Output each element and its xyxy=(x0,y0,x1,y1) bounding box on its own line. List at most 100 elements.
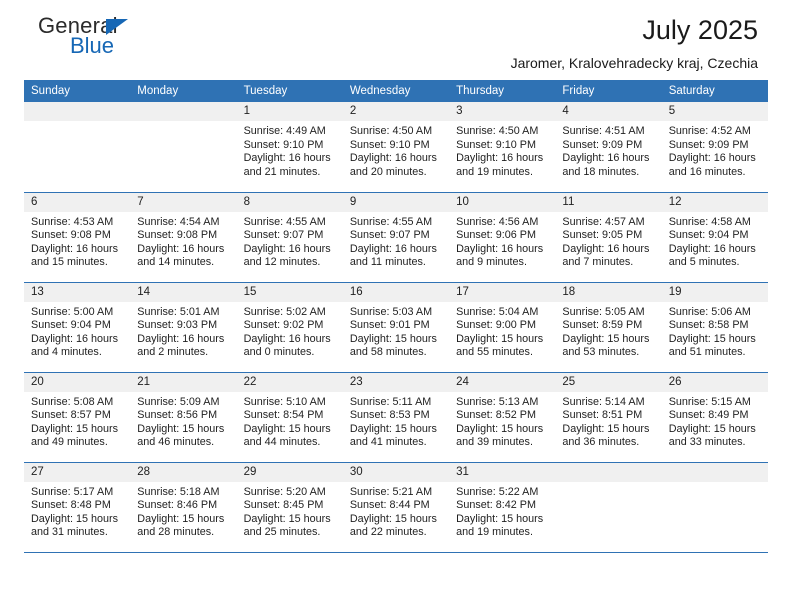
sunset-text: Sunset: 9:10 PM xyxy=(349,138,430,151)
calendar-day-cell[interactable]: 5 Sunrise: 4:52 AM Sunset: 9:09 PM Daylight… xyxy=(661,102,768,193)
daylight-text-line2: and 49 minutes. xyxy=(31,436,108,449)
sunrise-text: Sunrise: 4:58 AM xyxy=(668,215,751,228)
day-number: 17 xyxy=(449,282,556,302)
page-title: July 2025 xyxy=(642,15,758,45)
day-number: 7 xyxy=(130,192,237,212)
daylight-text-line1: Daylight: 15 hours xyxy=(562,422,650,435)
calendar-day-cell[interactable]: 22 Sunrise: 5:10 AM Sunset: 8:54 PM Dayligh… xyxy=(236,372,343,463)
calendar-day-cell[interactable]: 19 Sunrise: 5:06 AM Sunset: 8:58 PM Dayligh… xyxy=(661,282,768,373)
daylight-text-line2: and 44 minutes. xyxy=(243,436,321,449)
calendar-day-cell[interactable]: 11 Sunrise: 4:57 AM Sunset: 9:05 PM Dayligh… xyxy=(555,192,662,283)
calendar-day-cell[interactable]: 24 Sunrise: 5:13 AM Sunset: 8:52 PM Dayligh… xyxy=(449,372,556,463)
calendar-day-cell[interactable]: 23 Sunrise: 5:11 AM Sunset: 8:53 PM Dayligh… xyxy=(342,372,450,463)
sunrise-text: Sunrise: 5:11 AM xyxy=(349,395,432,408)
triangle-icon xyxy=(106,19,128,35)
day-number: 10 xyxy=(449,192,556,212)
calendar-day-cell[interactable]: 29 Sunrise: 5:20 AM Sunset: 8:45 PM Dayligh… xyxy=(236,462,343,553)
calendar-day-cell[interactable]: 18 Sunrise: 5:05 AM Sunset: 8:59 PM Dayligh… xyxy=(555,282,662,373)
daylight-text-line2: and 5 minutes. xyxy=(668,256,740,269)
sunset-text: Sunset: 9:08 PM xyxy=(137,229,218,242)
day-info: Sunrise: 4:55 AM Sunset: 9:07 PM Daylight:… xyxy=(343,212,449,270)
calendar-day-cell[interactable]: 30 Sunrise: 5:21 AM Sunset: 8:44 PM Dayligh… xyxy=(342,462,450,553)
sunrise-text: Sunrise: 5:00 AM xyxy=(31,305,114,318)
sunset-text: Sunset: 9:01 PM xyxy=(349,319,430,332)
calendar-day-cell[interactable]: 2 Sunrise: 4:50 AM Sunset: 9:10 PM Daylight… xyxy=(342,102,450,193)
calendar-day-cell[interactable]: 21 Sunrise: 5:09 AM Sunset: 8:56 PM Dayligh… xyxy=(130,372,237,463)
day-number: 8 xyxy=(236,192,343,212)
sunrise-text: Sunrise: 5:21 AM xyxy=(349,485,433,498)
daylight-text-line2: and 21 minutes. xyxy=(243,165,321,178)
calendar-day-cell[interactable]: 25 Sunrise: 5:14 AM Sunset: 8:51 PM Dayligh… xyxy=(555,372,662,463)
day-info: Sunrise: 5:09 AM Sunset: 8:56 PM Daylight:… xyxy=(130,392,236,450)
day-number: 29 xyxy=(236,462,343,482)
day-info: Sunrise: 5:04 AM Sunset: 9:00 PM Daylight:… xyxy=(449,302,555,360)
sunrise-text: Sunrise: 4:53 AM xyxy=(31,215,114,228)
sunset-text: Sunset: 9:05 PM xyxy=(562,229,643,242)
daylight-text-line2: and 9 minutes. xyxy=(456,256,527,269)
weekday-header-thursday: Thursday xyxy=(449,80,556,102)
day-info: Sunrise: 5:13 AM Sunset: 8:52 PM Daylight:… xyxy=(449,392,555,450)
sunset-text: Sunset: 8:42 PM xyxy=(456,499,536,512)
daylight-text-line1: Daylight: 15 hours xyxy=(137,512,225,525)
calendar-day-cell[interactable]: 14 Sunrise: 5:01 AM Sunset: 9:03 PM Dayligh… xyxy=(130,282,237,373)
day-number: 21 xyxy=(130,372,237,392)
sunrise-text: Sunrise: 4:55 AM xyxy=(349,215,433,228)
calendar-day-cell[interactable]: 13 Sunrise: 5:00 AM Sunset: 9:04 PM Dayligh… xyxy=(24,282,131,373)
sunset-text: Sunset: 8:44 PM xyxy=(349,499,430,512)
daylight-text-line2: and 31 minutes. xyxy=(31,526,108,539)
day-info: Sunrise: 4:50 AM Sunset: 9:10 PM Daylight:… xyxy=(343,121,449,179)
daylight-text-line1: Daylight: 16 hours xyxy=(562,242,650,255)
sunrise-text: Sunrise: 5:08 AM xyxy=(31,395,114,408)
daylight-text-line2: and 41 minutes. xyxy=(349,436,427,449)
day-number: 9 xyxy=(342,192,450,212)
calendar-day-cell[interactable]: 15 Sunrise: 5:02 AM Sunset: 9:02 PM Dayligh… xyxy=(236,282,343,373)
daylight-text-line2: and 14 minutes. xyxy=(137,256,215,269)
day-info: Sunrise: 5:10 AM Sunset: 8:54 PM Daylight:… xyxy=(237,392,343,450)
page-subtitle: Jaromer, Kralovehradecky kraj, Czechia xyxy=(510,55,758,71)
daylight-text-line2: and 12 minutes. xyxy=(243,256,321,269)
calendar-cell-empty xyxy=(130,102,237,193)
calendar-day-cell[interactable]: 26 Sunrise: 5:15 AM Sunset: 8:49 PM Dayligh… xyxy=(661,372,768,463)
daylight-text-line1: Daylight: 15 hours xyxy=(562,332,650,345)
sunrise-text: Sunrise: 4:54 AM xyxy=(137,215,220,228)
daylight-text-line1: Daylight: 16 hours xyxy=(243,152,331,165)
calendar-day-cell[interactable]: 3 Sunrise: 4:50 AM Sunset: 9:10 PM Daylight… xyxy=(449,102,556,193)
calendar-day-cell[interactable]: 9 Sunrise: 4:55 AM Sunset: 9:07 PM Daylight… xyxy=(342,192,450,283)
calendar-day-cell[interactable]: 31 Sunrise: 5:22 AM Sunset: 8:42 PM Dayligh… xyxy=(449,462,556,553)
calendar-day-cell[interactable]: 4 Sunrise: 4:51 AM Sunset: 9:09 PM Daylight… xyxy=(555,102,662,193)
sunrise-text: Sunrise: 5:13 AM xyxy=(456,395,539,408)
daylight-text-line2: and 15 minutes. xyxy=(31,256,108,269)
day-info: Sunrise: 4:49 AM Sunset: 9:10 PM Daylight:… xyxy=(237,121,343,179)
calendar-week-row: 1 Sunrise: 4:49 AM Sunset: 9:10 PM Daylight… xyxy=(24,102,768,193)
daylight-text-line1: Daylight: 16 hours xyxy=(31,332,119,345)
weekday-header-monday: Monday xyxy=(130,80,237,102)
sunset-text: Sunset: 8:48 PM xyxy=(31,499,111,512)
calendar-day-cell[interactable]: 1 Sunrise: 4:49 AM Sunset: 9:10 PM Daylight… xyxy=(236,102,343,193)
title-block: July 2025 Jaromer, Kralovehradecky kraj,… xyxy=(511,14,768,73)
daylight-text-line1: Daylight: 15 hours xyxy=(137,422,225,435)
calendar-day-cell[interactable]: 20 Sunrise: 5:08 AM Sunset: 8:57 PM Dayligh… xyxy=(24,372,131,463)
calendar-day-cell[interactable]: 12 Sunrise: 4:58 AM Sunset: 9:04 PM Dayligh… xyxy=(661,192,768,283)
daylight-text-line2: and 18 minutes. xyxy=(562,165,640,178)
daylight-text-line2: and 46 minutes. xyxy=(137,436,215,449)
brand-logo: General Blue xyxy=(24,14,224,70)
calendar-day-cell[interactable]: 28 Sunrise: 5:18 AM Sunset: 8:46 PM Dayligh… xyxy=(130,462,237,553)
calendar-day-cell[interactable]: 7 Sunrise: 4:54 AM Sunset: 9:08 PM Daylight… xyxy=(130,192,237,283)
weekday-header-friday: Friday xyxy=(555,80,662,102)
day-info: Sunrise: 4:56 AM Sunset: 9:06 PM Daylight:… xyxy=(449,212,555,270)
calendar-day-cell[interactable]: 8 Sunrise: 4:55 AM Sunset: 9:07 PM Daylight… xyxy=(236,192,343,283)
day-number: 27 xyxy=(24,462,131,482)
calendar-day-cell[interactable]: 6 Sunrise: 4:53 AM Sunset: 9:08 PM Daylight… xyxy=(24,192,131,283)
calendar-day-cell[interactable]: 17 Sunrise: 5:04 AM Sunset: 9:00 PM Dayligh… xyxy=(449,282,556,373)
day-number: 24 xyxy=(449,372,556,392)
calendar-day-cell[interactable]: 27 Sunrise: 5:17 AM Sunset: 8:48 PM Dayligh… xyxy=(24,462,131,553)
sunrise-text: Sunrise: 4:57 AM xyxy=(562,215,645,228)
day-number: 14 xyxy=(130,282,237,302)
sunset-text: Sunset: 8:45 PM xyxy=(243,499,324,512)
calendar-day-cell[interactable]: 10 Sunrise: 4:56 AM Sunset: 9:06 PM Dayligh… xyxy=(449,192,556,283)
sunrise-text: Sunrise: 5:15 AM xyxy=(668,395,751,408)
day-number: 30 xyxy=(342,462,450,482)
sunset-text: Sunset: 9:09 PM xyxy=(668,138,749,151)
day-info: Sunrise: 5:17 AM Sunset: 8:48 PM Daylight:… xyxy=(24,482,130,540)
calendar-day-cell[interactable]: 16 Sunrise: 5:03 AM Sunset: 9:01 PM Dayligh… xyxy=(342,282,450,373)
